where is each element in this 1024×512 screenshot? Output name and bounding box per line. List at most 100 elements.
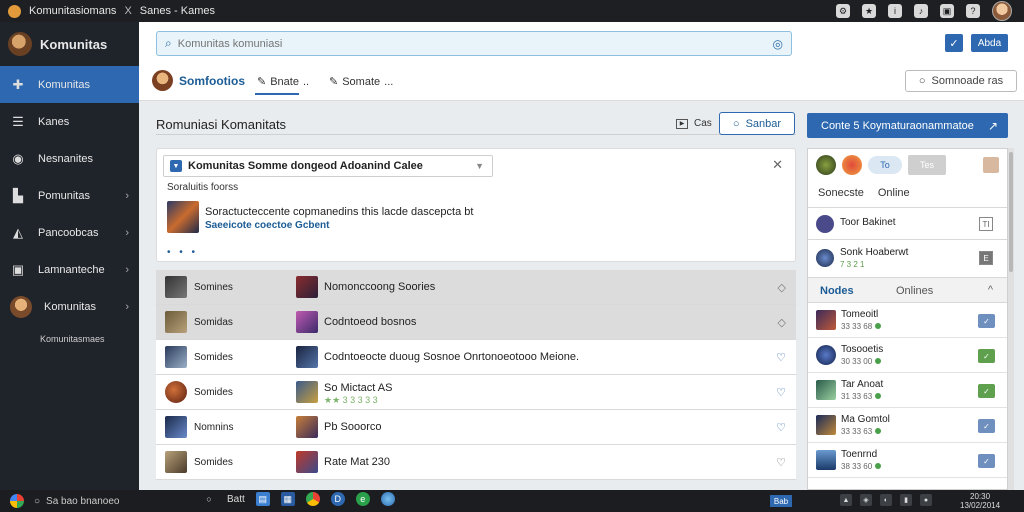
- bookmark-icon[interactable]: ◇: [778, 316, 786, 329]
- volume-icon[interactable]: ◐: [880, 494, 892, 506]
- start-menu-icon[interactable]: [10, 494, 24, 508]
- tab-bnate[interactable]: ✎ Bnate ..: [257, 75, 309, 89]
- friend-meta: 31 33 63: [841, 392, 882, 401]
- user-action-button[interactable]: TI: [979, 217, 993, 231]
- more-options-icon[interactable]: • • •: [167, 247, 198, 258]
- tab-somate[interactable]: ✎ Somate ...: [329, 75, 393, 89]
- post-thumbnail[interactable]: [167, 201, 199, 233]
- list-item[interactable]: Nomnins Pb Sooorco ♡: [156, 410, 796, 445]
- app-icon[interactable]: e: [355, 492, 370, 506]
- task-view-icon[interactable]: ○: [202, 492, 216, 506]
- chevron-up-icon[interactable]: ^: [988, 284, 993, 296]
- like-icon[interactable]: ♡: [776, 421, 786, 434]
- info-icon[interactable]: i: [888, 4, 902, 18]
- search-submit-icon[interactable]: ◎: [773, 37, 783, 51]
- confirm-button[interactable]: ✓: [945, 34, 963, 52]
- browser-icon[interactable]: [305, 492, 320, 506]
- app-window-icon[interactable]: ▦: [280, 492, 295, 506]
- tab-main-profile[interactable]: Somfootios: [152, 70, 245, 91]
- gift-icon[interactable]: ▣: [940, 4, 954, 18]
- sidebar-item-nesnanites[interactable]: ◉ Nesnanites: [0, 140, 139, 177]
- filter-button[interactable]: ○ Somnoade ras: [905, 70, 1017, 92]
- taskbar-apps: ○ Batt ▤ ▦ D e: [202, 492, 395, 506]
- user-avatar[interactable]: [992, 1, 1012, 21]
- list-item[interactable]: Somides Rate Mat 230 ♡: [156, 445, 796, 480]
- notification-icon[interactable]: ●: [920, 494, 932, 506]
- friend-row[interactable]: Tomeoitl 33 33 68 ✓: [808, 303, 1007, 338]
- friend-action-button[interactable]: ✓: [978, 349, 995, 363]
- list-item[interactable]: Somidas Codntoeod bosnos ◇: [156, 305, 796, 340]
- post-dropdown[interactable]: ▼ Komunitas Somme dongeod Adoanind Calee…: [163, 155, 493, 177]
- sidebar-item-pancoobcas[interactable]: ◭ Pancoobcas ›: [0, 214, 139, 251]
- user-action-button[interactable]: E: [979, 251, 993, 265]
- chevron-right-icon: ›: [125, 226, 129, 239]
- taskbar-search[interactable]: ○ Sa bao bnanoeo: [34, 492, 192, 510]
- friend-row[interactable]: Toenrnd 38 33 60 ✓: [808, 443, 1007, 478]
- list-item-name: Somides: [194, 386, 233, 398]
- list-item[interactable]: Somides Codntoeocte duoug Sosnoe Onrtono…: [156, 340, 796, 375]
- like-icon[interactable]: ♡: [776, 456, 786, 469]
- network-icon[interactable]: ◈: [860, 494, 872, 506]
- panel-user-row[interactable]: Sonk Hoaberwt 7 3 2 1 E: [808, 243, 1007, 273]
- help-icon[interactable]: ?: [966, 4, 980, 18]
- sidebar-item-pomunitas[interactable]: ▙ Pomunitas ›: [0, 177, 139, 214]
- active-tab-indicator: [255, 93, 299, 95]
- sidebar-item-komunitas-profile[interactable]: Komunitas ›: [0, 288, 139, 325]
- taskbar-search-text: Sa bao bnanoeo: [46, 495, 120, 507]
- sidebar-footer[interactable]: Komunitasmaes: [40, 334, 105, 344]
- tab-nodes[interactable]: Nodes: [820, 285, 854, 297]
- bell-icon[interactable]: ♪: [914, 4, 928, 18]
- like-icon[interactable]: ♡: [776, 351, 786, 364]
- sidebar-item-lamnanteche[interactable]: ▣ Lamnanteche ›: [0, 251, 139, 288]
- app-window-icon[interactable]: ▤: [255, 492, 270, 506]
- sidebar-item-label: Kanes: [38, 115, 70, 128]
- like-icon[interactable]: ♡: [776, 386, 786, 399]
- bookmark-icon[interactable]: ◇: [778, 281, 786, 294]
- panel-square-button[interactable]: Tes: [908, 155, 946, 175]
- list-item[interactable]: Somides So Mictact AS ★★ 3 3 3 3 3 ♡: [156, 375, 796, 410]
- taskbar-app-label[interactable]: Batt: [227, 494, 245, 505]
- tray-arrow-icon[interactable]: ▲: [840, 494, 852, 506]
- list-item[interactable]: Somines Nomonccoong Soories ◇: [156, 270, 796, 305]
- search-input[interactable]: [177, 37, 758, 50]
- tab-close-button[interactable]: X: [124, 5, 131, 17]
- search-box: ⌕ ◎: [156, 31, 792, 56]
- post-link[interactable]: Saeeicote coectoe Gcbent: [205, 220, 330, 231]
- friend-action-button[interactable]: ✓: [978, 384, 995, 398]
- cta-button[interactable]: Conte 5 Koymaturaonammatoe ↗: [807, 113, 1008, 138]
- user-name: Toor Bakinet: [840, 217, 896, 228]
- list-item-desc: Pb Sooorco: [324, 421, 382, 433]
- tab-onlines[interactable]: Onlines: [896, 285, 933, 297]
- friend-name: Ma Gomtol: [841, 414, 890, 425]
- sidebar-item-kanes[interactable]: ☰ Kanes: [0, 103, 139, 140]
- game-icon[interactable]: [842, 155, 862, 175]
- notification-pill[interactable]: To: [868, 156, 902, 174]
- app-icon[interactable]: [380, 492, 395, 506]
- panel-scrollbar-thumb[interactable]: [1009, 152, 1013, 272]
- window-tab-label[interactable]: Komunitasiomans: [29, 5, 116, 17]
- pin-icon[interactable]: ★: [862, 4, 876, 18]
- section-outline-button[interactable]: ○ Sanbar: [719, 112, 795, 135]
- chart-icon: ▙: [13, 187, 23, 203]
- online-dot: [875, 428, 882, 434]
- settings-icon[interactable]: ⚙: [836, 4, 850, 18]
- avatar: [816, 380, 836, 400]
- sidebar-item-komunitas[interactable]: ✚ Komunitas: [0, 66, 139, 103]
- friend-action-button[interactable]: ✓: [978, 454, 995, 468]
- panel-user-row[interactable]: Toor Bakinet TI: [808, 209, 1007, 239]
- friend-row[interactable]: Tar Anoat 31 33 63 ✓: [808, 373, 1007, 408]
- app-icon[interactable]: D: [330, 492, 345, 506]
- close-icon[interactable]: ✕: [772, 157, 783, 173]
- friend-row[interactable]: Tosooetis 30 33 00 ✓: [808, 338, 1007, 373]
- friend-action-button[interactable]: ✓: [978, 314, 995, 328]
- profile-icon[interactable]: [983, 157, 999, 173]
- battery-icon[interactable]: ▮: [900, 494, 912, 506]
- divider: [808, 207, 1007, 208]
- primary-action-button[interactable]: Abda: [971, 34, 1008, 52]
- section-view-toggle[interactable]: ▶ Cas: [676, 118, 712, 129]
- game-icon[interactable]: [816, 155, 836, 175]
- active-app-indicator[interactable]: Bab: [770, 495, 792, 507]
- friend-action-button[interactable]: ✓: [978, 419, 995, 433]
- friend-row[interactable]: Ma Gomtol 33 33 63 ✓: [808, 408, 1007, 443]
- system-clock[interactable]: 20:30 13/02/2014: [960, 492, 1000, 510]
